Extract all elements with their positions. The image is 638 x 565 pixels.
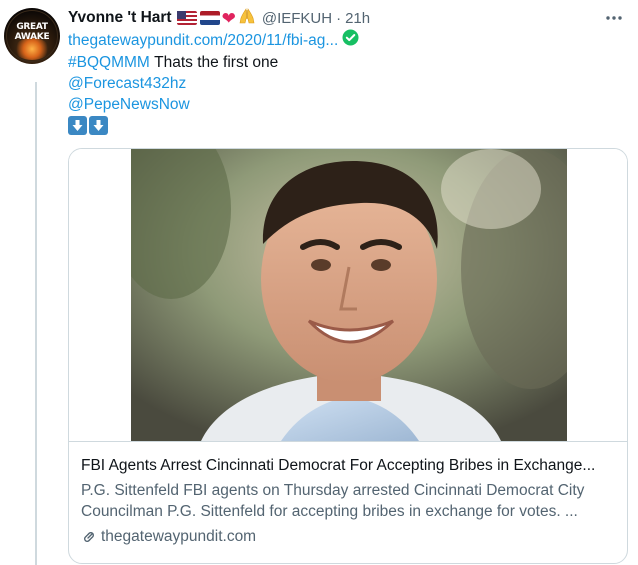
user-handle[interactable]: @IEFKUH [262, 10, 332, 27]
tweet-line-arrows [68, 116, 630, 135]
card-image[interactable] [69, 149, 627, 441]
article-photo [131, 149, 567, 441]
more-options-icon[interactable] [604, 10, 624, 28]
card-description-line-1: P.G. Sittenfeld FBI agents on Thursday a… [81, 482, 585, 499]
tweet-line-mention-2: @PepeNewsNow [68, 94, 630, 115]
thread-line [35, 82, 37, 565]
check-mark-icon [342, 29, 359, 52]
tweet-header: Yvonne 't Hart ❤ @IEFKUH · 21h [68, 7, 630, 29]
down-arrow-icon [89, 116, 108, 135]
tweet-timestamp[interactable]: 21h [345, 10, 370, 27]
separator-dot: · [336, 9, 342, 27]
link-icon [84, 531, 94, 542]
link-preview-card[interactable]: FBI Agents Arrest Cincinnati Democrat Fo… [68, 148, 628, 564]
tweet-text: thegatewaypundit.com/2020/11/fbi-ag... #… [68, 29, 630, 135]
us-flag-icon [176, 11, 197, 25]
hashtag-link[interactable]: #BQQMMM [68, 52, 150, 73]
card-description-line-2: Councilman P.G. Sittenfeld for accepting… [81, 503, 578, 520]
article-link[interactable]: thegatewaypundit.com/2020/11/fbi-ag... [68, 30, 338, 51]
tweet-content: Yvonne 't Hart ❤ @IEFKUH · 21h thegatewa… [68, 7, 630, 564]
avatar[interactable]: GREAT AWAKE [4, 8, 60, 64]
display-name[interactable]: Yvonne 't Hart [68, 9, 172, 27]
avatar-text: GREAT AWAKE [14, 22, 50, 42]
mention-link-pepenews[interactable]: @PepeNewsNow [68, 94, 190, 115]
down-arrow-icon [68, 116, 87, 135]
card-divider [69, 441, 627, 442]
card-description: P.G. Sittenfeld FBI agents on Thursday a… [81, 480, 621, 522]
tweet-line-link: thegatewaypundit.com/2020/11/fbi-ag... [68, 29, 630, 52]
card-domain[interactable]: thegatewaypundit.com [81, 526, 621, 547]
folded-hands-icon [238, 7, 256, 29]
tweet-line-hashtag: #BQQMMM Thats the first one [68, 52, 630, 73]
card-domain-text: thegatewaypundit.com [101, 528, 257, 545]
tweet-line-mention-1: @Forecast432hz [68, 73, 630, 94]
tweet-body-text-content: Thats the first one [154, 54, 279, 71]
nl-flag-icon [199, 11, 220, 25]
card-body: FBI Agents Arrest Cincinnati Democrat Fo… [81, 455, 621, 547]
card-title[interactable]: FBI Agents Arrest Cincinnati Democrat Fo… [81, 455, 621, 476]
red-heart-icon: ❤ [221, 8, 236, 28]
mention-link-forecast[interactable]: @Forecast432hz [68, 73, 186, 94]
